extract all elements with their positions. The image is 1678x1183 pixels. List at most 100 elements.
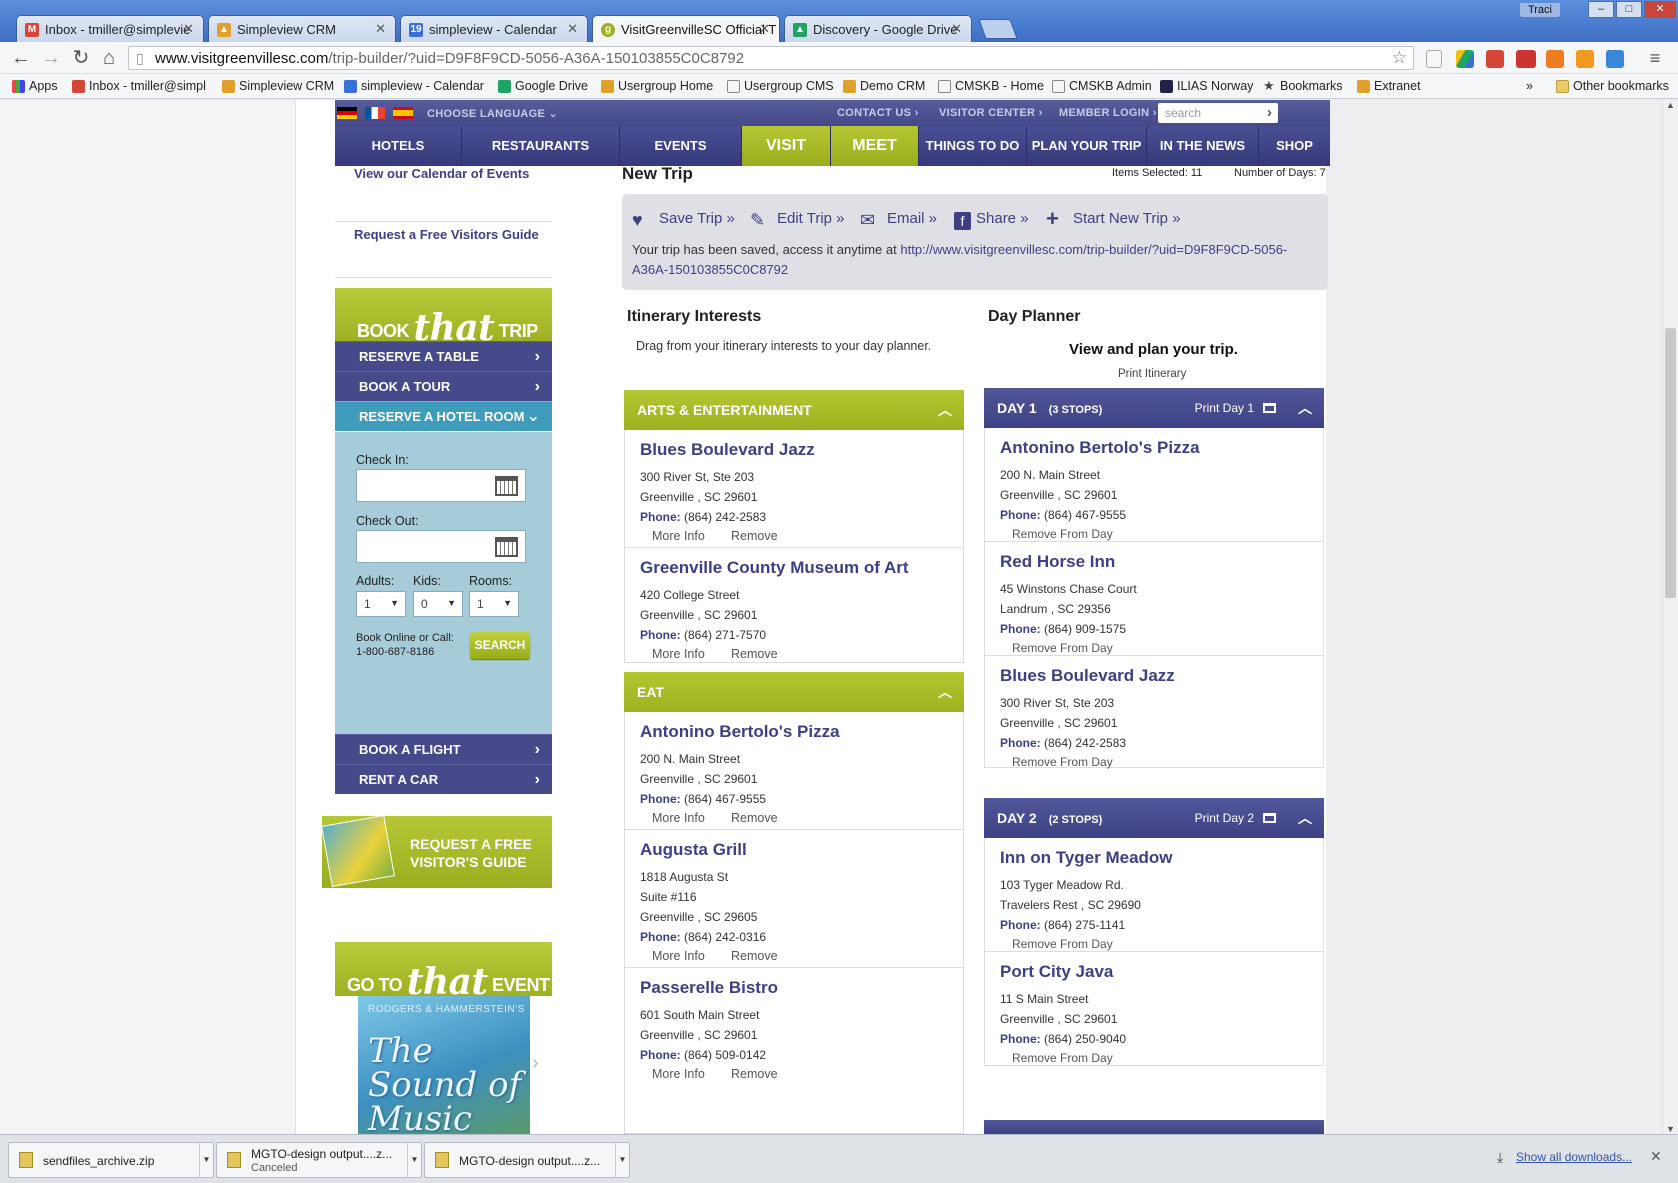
more-bookmarks-button[interactable]: » [1526,79,1533,93]
adults-select[interactable]: 1 ▼ [356,591,406,617]
list-item[interactable]: Red Horse Inn 45 Winstons Chase Court La… [985,542,1323,656]
sound-of-music-event-image[interactable]: RODGERS & HAMMERSTEIN'S The Sound of Music [358,996,530,1134]
remove-link[interactable]: Remove [731,529,778,543]
scrollbar-thumb[interactable] [1665,328,1676,598]
download-item[interactable]: sendfiles_archive.zip ▼ [8,1142,214,1178]
chevron-right-icon[interactable]: › [532,1052,539,1075]
dropdown-arrow-icon[interactable]: ▼ [407,1143,421,1177]
print-itinerary-link[interactable]: Print Itinerary [1118,368,1186,380]
close-icon[interactable]: ✕ [567,21,578,37]
profile-button[interactable]: Traci [1519,3,1560,17]
reserve-table-item[interactable]: RESERVE A TABLE › [335,341,552,371]
hotel-search-button[interactable]: SEARCH [470,632,530,659]
page-scrollbar[interactable]: ▲ ▼ [1662,100,1678,1134]
bookmark-usergroup-home[interactable]: Usergroup Home [601,79,713,93]
tab-drive[interactable]: ▲ Discovery - Google Drive ✕ [784,15,972,43]
nav-plan-your-trip[interactable]: PLAN YOUR TRIP [1027,126,1147,166]
tab-calendar[interactable]: 19 simpleview - Calendar ✕ [400,15,588,43]
book-flight-item[interactable]: BOOK A FLIGHT › [335,734,552,764]
item-name[interactable]: Antonino Bertolo's Pizza [1000,438,1200,458]
tab-inbox[interactable]: M Inbox - tmiller@simplevie ✕ [16,15,204,43]
item-name[interactable]: Passerelle Bistro [640,978,778,998]
kids-select[interactable]: 0 ▼ [413,591,463,617]
print-day-link[interactable]: Print Day 2 [1195,798,1254,838]
rss-icon[interactable] [1576,50,1594,68]
search-go-icon[interactable]: › [1267,104,1272,121]
more-info-link[interactable]: More Info [652,529,705,543]
book-tour-item[interactable]: BOOK A TOUR › [335,371,552,401]
close-icon[interactable]: ✕ [759,21,770,37]
item-name[interactable]: Blues Boulevard Jazz [640,440,815,460]
back-arrow-icon[interactable]: ← [10,47,32,69]
nav-things-to-do[interactable]: THINGS TO DO [919,126,1027,166]
translate-icon[interactable] [1606,50,1624,68]
bookmark-demo-crm[interactable]: Demo CRM [843,79,925,93]
bookmark-apps[interactable]: Apps [12,79,58,93]
new-tab-button[interactable] [978,19,1018,39]
bookmark-extranet[interactable]: Extranet [1357,79,1421,93]
list-item[interactable]: Blues Boulevard Jazz 300 River St, Ste 2… [625,430,963,548]
bookmark-inbox[interactable]: Inbox - tmiller@simpl [72,79,206,93]
rooms-select[interactable]: 1 ▼ [469,591,519,617]
print-day-link[interactable]: Print Day 1 [1195,388,1254,428]
save-trip-button[interactable]: ♥ Save Trip » [632,210,735,229]
bookmark-usergroup-cms[interactable]: Usergroup CMS [727,79,834,93]
reload-icon[interactable]: ↻ [70,47,92,69]
scroll-down-icon[interactable]: ▼ [1666,1124,1675,1134]
item-name[interactable]: Inn on Tyger Meadow [1000,848,1173,868]
list-item[interactable]: Inn on Tyger Meadow 103 Tyger Meadow Rd.… [985,838,1323,952]
site-search-input[interactable]: search › [1158,103,1278,123]
visitors-guide-banner[interactable]: REQUEST A FREE VISITOR'S GUIDE [321,814,552,888]
chevron-up-icon[interactable]: ︿ [938,672,952,712]
start-new-trip-button[interactable]: + Start New Trip » [1046,208,1181,230]
day-2-header[interactable]: DAY 2 (2 STOPS) Print Day 2 ︿ [984,798,1324,838]
remove-link[interactable]: Remove [731,647,778,661]
gmail-icon[interactable] [1486,50,1504,68]
remove-link[interactable]: Remove [731,1067,778,1081]
remove-from-day-link[interactable]: Remove From Day [1012,527,1113,541]
bookmark-calendar[interactable]: simpleview - Calendar [344,79,484,93]
chevron-up-icon[interactable]: ︿ [1298,798,1312,838]
show-all-downloads-link[interactable]: Show all downloads... [1516,1150,1632,1164]
close-icon[interactable]: ✕ [951,21,962,37]
list-item[interactable]: Passerelle Bistro 601 South Main Street … [625,968,963,1108]
check-in-input[interactable] [356,469,526,502]
contact-us-link[interactable]: CONTACT US › [837,107,919,119]
star-icon[interactable]: ☆ [1392,48,1407,68]
scroll-up-icon[interactable]: ▲ [1666,100,1675,110]
remove-from-day-link[interactable]: Remove From Day [1012,755,1113,769]
list-item[interactable]: Greenville County Museum of Art 420 Coll… [625,548,963,663]
maximize-button[interactable]: □ [1616,1,1642,18]
dropdown-arrow-icon[interactable]: ▼ [615,1143,629,1177]
analytics-icon[interactable] [1546,50,1564,68]
chevron-up-icon[interactable]: ︿ [1298,388,1312,428]
close-icon[interactable]: ✕ [375,21,386,37]
nav-events[interactable]: EVENTS [620,126,742,166]
list-item[interactable]: Augusta Grill 1818 Augusta St Suite #116… [625,830,963,968]
printer-icon[interactable] [1263,403,1276,413]
more-info-link[interactable]: More Info [652,1067,705,1081]
close-icon[interactable]: ✕ [183,21,194,37]
close-icon[interactable]: ✕ [1650,1148,1662,1165]
on-badge-icon[interactable] [1516,50,1536,68]
printer-icon[interactable] [1263,813,1276,823]
nav-hotels[interactable]: HOTELS [335,126,462,166]
list-item[interactable]: Antonino Bertolo's Pizza 200 N. Main Str… [985,428,1323,542]
chevron-up-icon[interactable]: ︿ [938,390,952,430]
reader-icon[interactable] [1426,50,1442,68]
close-window-button[interactable]: ✕ [1644,1,1676,18]
remove-from-day-link[interactable]: Remove From Day [1012,641,1113,655]
more-info-link[interactable]: More Info [652,949,705,963]
category-arts-entertainment-header[interactable]: ARTS & ENTERTAINMENT ︿ [624,390,964,430]
choose-language-dropdown[interactable]: CHOOSE LANGUAGE ⌄ [427,107,558,120]
dropdown-arrow-icon[interactable]: ▼ [199,1143,213,1177]
home-icon[interactable]: ⌂ [98,47,120,69]
item-name[interactable]: Red Horse Inn [1000,552,1115,572]
email-trip-button[interactable]: ✉ Email » [860,210,937,229]
nav-in-the-news[interactable]: IN THE NEWS [1147,126,1259,166]
rent-car-item[interactable]: RENT A CAR › [335,764,552,794]
remove-from-day-link[interactable]: Remove From Day [1012,937,1113,951]
more-info-link[interactable]: More Info [652,647,705,661]
reserve-hotel-room-item[interactable]: RESERVE A HOTEL ROOM ⌄ [335,401,552,431]
bookmark-cmskb-home[interactable]: CMSKB - Home [938,79,1044,93]
